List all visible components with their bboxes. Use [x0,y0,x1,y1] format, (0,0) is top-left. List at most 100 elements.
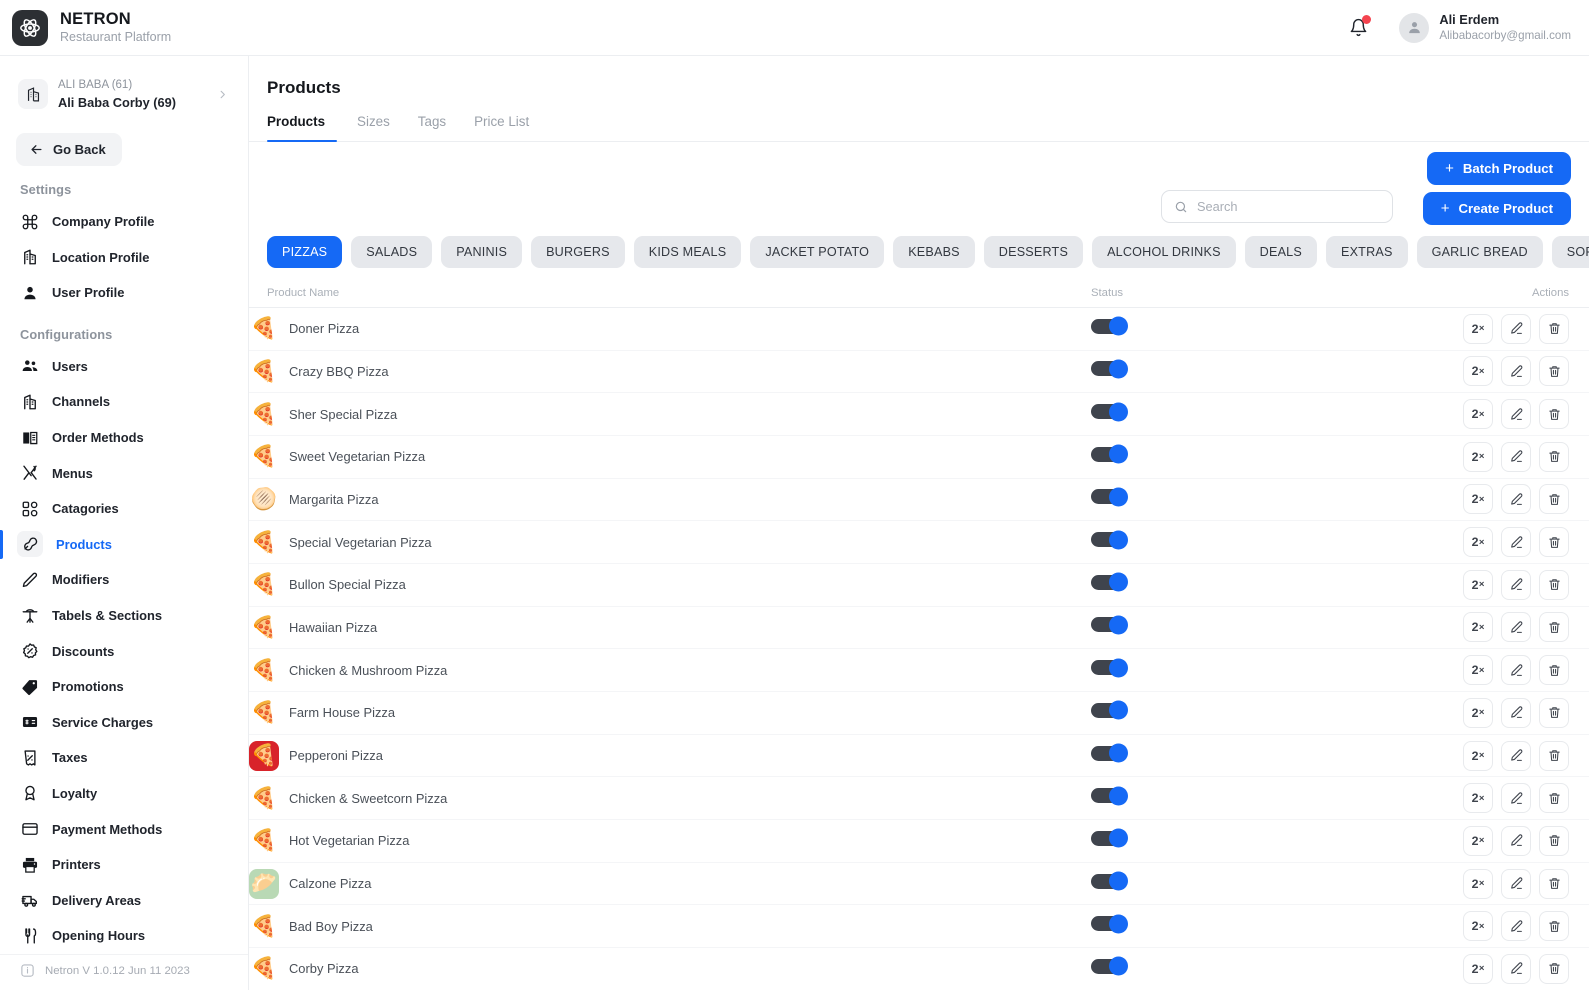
delete-button[interactable] [1539,356,1569,387]
table-row[interactable]: 🥟 Calzone Pizza 2 × [249,863,1589,906]
delete-button[interactable] [1539,569,1569,600]
duplicate-button[interactable]: 2 × [1463,783,1493,814]
tab-price-list[interactable]: Price List [460,114,543,141]
table-row[interactable]: 🍕 Crazy BBQ Pizza 2 × [249,351,1589,394]
delete-button[interactable] [1539,527,1569,558]
edit-button[interactable] [1501,484,1531,515]
delete-button[interactable] [1539,740,1569,771]
edit-button[interactable] [1501,313,1531,344]
duplicate-button[interactable]: 2 × [1463,313,1493,344]
edit-button[interactable] [1501,740,1531,771]
status-toggle[interactable] [1091,700,1128,720]
status-toggle[interactable] [1091,956,1128,976]
search-box[interactable] [1161,190,1393,223]
delete-button[interactable] [1539,313,1569,344]
duplicate-button[interactable]: 2 × [1463,612,1493,643]
duplicate-button[interactable]: 2 × [1463,569,1493,600]
duplicate-button[interactable]: 2 × [1463,527,1493,558]
sidebar-item-catagories[interactable]: Catagories [0,491,248,527]
status-toggle[interactable] [1091,316,1128,336]
tab-sizes[interactable]: Sizes [343,114,404,141]
table-row[interactable]: 🍕 Sher Special Pizza 2 × [249,393,1589,436]
category-chip-jacket-potato[interactable]: JACKET POTATO [750,235,885,268]
status-toggle[interactable] [1091,658,1128,678]
table-row[interactable]: 🍕 Bullon Special Pizza 2 × [249,564,1589,607]
sidebar-item-printers[interactable]: Printers [0,847,248,883]
category-chip-burgers[interactable]: BURGERS [531,235,625,268]
edit-button[interactable] [1501,655,1531,686]
status-toggle[interactable] [1091,487,1128,507]
delete-button[interactable] [1539,911,1569,942]
duplicate-button[interactable]: 2 × [1463,697,1493,728]
edit-button[interactable] [1501,953,1531,984]
category-chip-deals[interactable]: DEALS [1244,235,1317,268]
sidebar-item-company-profile[interactable]: Company Profile [0,204,248,240]
duplicate-button[interactable]: 2 × [1463,484,1493,515]
go-back-button[interactable]: Go Back [16,132,122,166]
status-toggle[interactable] [1091,359,1128,379]
category-chip-pizzas[interactable]: PIZZAS [267,235,343,268]
category-chip-desserts[interactable]: DESSERTS [983,235,1084,268]
status-toggle[interactable] [1091,402,1128,422]
table-row[interactable]: 🍕 Chicken & Sweetcorn Pizza 2 × [249,777,1589,821]
sidebar-item-order-methods[interactable]: Order Methods [0,420,248,456]
table-row[interactable]: 🍕 Doner Pizza 2 × [249,308,1589,351]
table-row[interactable]: 🍕 Chicken & Mushroom Pizza 2 × [249,649,1589,692]
duplicate-button[interactable]: 2 × [1463,911,1493,942]
table-row[interactable]: 🍕 Bad Boy Pizza 2 × [249,905,1589,949]
user-block[interactable]: Ali Erdem Alibabacorby@gmail.com [1439,12,1571,43]
sidebar-item-menus[interactable]: Menus [0,455,248,491]
table-row[interactable]: 🍕 Farm House Pizza 2 × [249,692,1589,735]
status-toggle[interactable] [1091,530,1128,550]
sidebar-item-users[interactable]: Users [0,349,248,385]
sidebar-item-tabels-sections[interactable]: Tabels & Sections [0,598,248,634]
edit-button[interactable] [1501,697,1531,728]
category-chip-salads[interactable]: SALADS [351,235,433,268]
category-chip-kebabs[interactable]: KEBABS [893,235,975,268]
category-chip-kids-meals[interactable]: KIDS MEALS [633,235,742,268]
table-row[interactable]: 🫓 Margarita Pizza 2 × [249,479,1589,522]
table-row[interactable]: 🍕 Sweet Vegetarian Pizza 2 × [249,436,1589,479]
status-toggle[interactable] [1091,572,1128,592]
duplicate-button[interactable]: 2 × [1463,953,1493,984]
duplicate-button[interactable]: 2 × [1463,399,1493,430]
delete-button[interactable] [1539,825,1569,856]
sidebar-item-taxes[interactable]: Taxes [0,740,248,776]
duplicate-button[interactable]: 2 × [1463,356,1493,387]
sidebar-item-user-profile[interactable]: User Profile [0,275,248,311]
duplicate-button[interactable]: 2 × [1463,868,1493,899]
edit-button[interactable] [1501,911,1531,942]
edit-button[interactable] [1501,783,1531,814]
edit-button[interactable] [1501,356,1531,387]
delete-button[interactable] [1539,484,1569,515]
delete-button[interactable] [1539,655,1569,686]
tab-tags[interactable]: Tags [404,114,460,141]
delete-button[interactable] [1539,697,1569,728]
sidebar-item-delivery-areas[interactable]: Delivery Areas [0,882,248,918]
category-chip-paninis[interactable]: PANINIS [441,235,523,268]
sidebar-item-service-charges[interactable]: Service Charges [0,705,248,741]
status-toggle[interactable] [1091,828,1128,848]
sidebar-item-channels[interactable]: Channels [0,384,248,420]
delete-button[interactable] [1539,612,1569,643]
notifications-button[interactable] [1345,14,1372,41]
edit-button[interactable] [1501,825,1531,856]
sidebar-item-loyalty[interactable]: Loyalty [0,776,248,812]
table-row[interactable]: 🍕 Hawaiian Pizza 2 × [249,607,1589,650]
table-row[interactable]: 🍕 Hot Vegetarian Pizza 2 × [249,820,1589,863]
sidebar-item-payment-methods[interactable]: Payment Methods [0,811,248,847]
duplicate-button[interactable]: 2 × [1463,825,1493,856]
sidebar-item-location-profile[interactable]: Location Profile [0,239,248,275]
category-chip-alcohol-drinks[interactable]: ALCOHOL DRINKS [1092,235,1236,268]
delete-button[interactable] [1539,868,1569,899]
location-selector[interactable]: ALI BABA (61) Ali Baba Corby (69) [12,70,236,119]
status-toggle[interactable] [1091,871,1128,891]
duplicate-button[interactable]: 2 × [1463,441,1493,472]
sidebar-item-products[interactable]: Products [0,527,248,563]
delete-button[interactable] [1539,783,1569,814]
tab-products[interactable]: Products [267,114,343,142]
status-toggle[interactable] [1091,914,1128,934]
search-input[interactable] [1197,199,1380,214]
sidebar-item-modifiers[interactable]: Modifiers [0,562,248,598]
duplicate-button[interactable]: 2 × [1463,655,1493,686]
